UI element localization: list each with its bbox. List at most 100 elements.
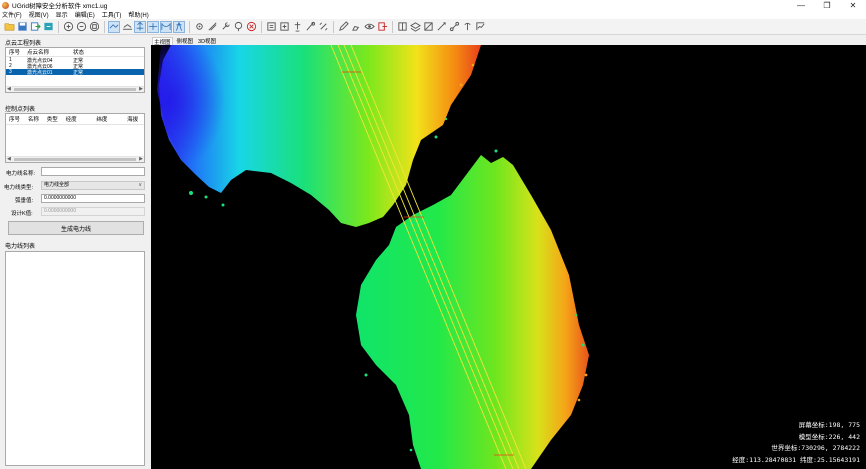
- toolbar-separator: [189, 20, 190, 33]
- column-header[interactable]: 名称: [25, 115, 44, 123]
- close-button[interactable]: ✕: [840, 0, 866, 10]
- menu-display[interactable]: 显示: [56, 10, 68, 19]
- horizontal-scrollbar[interactable]: ◀ ▶: [6, 86, 144, 92]
- toolbar-separator: [392, 20, 393, 33]
- powerline-name-input[interactable]: [41, 167, 145, 176]
- toolbar-separator: [104, 20, 105, 33]
- toolbar: [0, 19, 866, 35]
- column-header[interactable]: 序号: [6, 48, 24, 56]
- scroll-left-icon[interactable]: ◀: [7, 156, 11, 162]
- scroll-left-icon[interactable]: ◀: [7, 86, 11, 92]
- zoom-fit-icon[interactable]: [88, 21, 100, 33]
- link-icon[interactable]: [317, 21, 329, 33]
- screen-coordinate: 屏幕坐标:198, 775: [798, 421, 860, 429]
- column-header[interactable]: 类型: [44, 115, 63, 123]
- chevron-down-icon: ∨: [138, 182, 142, 188]
- chart-icon[interactable]: [461, 21, 473, 33]
- line-icon[interactable]: [304, 21, 316, 33]
- tab-side-view[interactable]: 侧视图: [176, 37, 195, 45]
- design-k-input[interactable]: 0.0000000000: [41, 207, 145, 216]
- zoom-in-icon[interactable]: [62, 21, 74, 33]
- table-header: 序号 名称 类型 经度 纬度 海拔: [6, 114, 144, 125]
- point-project-table: 序号 点云名称 状态 1 激光点云04 正常 2 激光点云06 正常 3 激光点…: [5, 47, 145, 93]
- scrollbar-thumb[interactable]: [14, 88, 136, 91]
- edit-icon[interactable]: [350, 21, 362, 33]
- column-header[interactable]: 序号: [6, 115, 25, 123]
- profile-chart-icon[interactable]: [474, 21, 486, 33]
- pen-icon[interactable]: [337, 21, 349, 33]
- marker-icon[interactable]: [291, 21, 303, 33]
- span-icon[interactable]: [160, 20, 172, 33]
- powerline-list[interactable]: [5, 251, 145, 466]
- scrollbar-thumb[interactable]: [14, 158, 136, 161]
- generate-powerline-button[interactable]: 生成电力线: [8, 221, 144, 235]
- design-k-label: 设计K值:: [11, 211, 33, 217]
- toolbar-separator: [58, 20, 59, 33]
- column-header[interactable]: 点云名称: [24, 48, 70, 56]
- model-coordinate: 模型坐标:226, 442: [798, 432, 860, 441]
- delete-icon[interactable]: [245, 21, 257, 33]
- point-cloud-viewport[interactable]: 屏幕坐标:198, 775 模型坐标:226, 442 世界坐标:730296,…: [151, 45, 866, 469]
- lonlat-coordinate: 经度:113.28470831 纬度:25.15643191: [732, 455, 860, 464]
- cell-status: 正常: [73, 69, 84, 76]
- coordinate-readout: 屏幕坐标:198, 775 模型坐标:226, 442 世界坐标:730296,…: [732, 420, 860, 466]
- column-header[interactable]: 经度: [63, 115, 94, 123]
- measure-icon[interactable]: [206, 21, 218, 33]
- toolbar-separator: [261, 20, 262, 33]
- toolbar-separator: [333, 20, 334, 33]
- menu-edit[interactable]: 编辑(E): [75, 10, 95, 19]
- export-icon[interactable]: [29, 21, 41, 33]
- exit-icon[interactable]: [376, 21, 388, 33]
- control-points-title: 控制点列表: [5, 107, 36, 113]
- menu-bar: 文件(F) 视图(V) 显示 编辑(E) 工具(T) 帮助(H): [0, 10, 866, 19]
- menu-tools[interactable]: 工具(T): [102, 10, 122, 19]
- sag-input[interactable]: 0.0000000000: [41, 194, 145, 203]
- cell-no: 3: [9, 69, 12, 75]
- powerline-type-label: 电力线类型:: [4, 185, 34, 191]
- powerline-name-label: 电力线名称:: [6, 171, 36, 177]
- point-cloud-render: [157, 45, 589, 469]
- save-icon[interactable]: [16, 21, 28, 33]
- section-icon[interactable]: [147, 20, 159, 33]
- folder-open-icon[interactable]: [3, 21, 15, 33]
- control-points-table: 序号 名称 类型 经度 纬度 海拔 ◀ ▶: [5, 113, 145, 163]
- menu-help[interactable]: 帮助(H): [128, 10, 148, 19]
- menu-file[interactable]: 文件(F): [2, 10, 22, 19]
- tower-icon[interactable]: [173, 20, 185, 33]
- wrench-icon[interactable]: [219, 21, 231, 33]
- point-project-title: 点云工程列表: [5, 41, 42, 47]
- add-icon[interactable]: [278, 21, 290, 33]
- app-logo-icon: [2, 1, 9, 9]
- column-header[interactable]: 海拔: [124, 115, 144, 123]
- powerline-type-select[interactable]: 电力线全部 ∨: [41, 181, 145, 190]
- maximize-button[interactable]: ❐: [814, 0, 840, 10]
- ruler-icon[interactable]: [422, 21, 434, 33]
- layers-icon[interactable]: [409, 21, 421, 33]
- cell-name: 激光点云01: [27, 69, 53, 76]
- world-coordinate: 世界坐标:730296, 2784222: [771, 444, 860, 452]
- minimize-button[interactable]: —: [788, 0, 814, 10]
- powerline-list-title: 电力线列表: [5, 244, 36, 250]
- import-icon[interactable]: [42, 21, 54, 33]
- column-header[interactable]: 纬度: [93, 115, 124, 123]
- sag-label: 弧垂值:: [15, 198, 34, 204]
- scroll-right-icon[interactable]: ▶: [139, 156, 143, 162]
- rotate-icon[interactable]: [121, 21, 133, 33]
- eye-icon[interactable]: [363, 21, 375, 33]
- scroll-right-icon[interactable]: ▶: [139, 86, 143, 92]
- column-header[interactable]: 状态: [70, 48, 110, 56]
- pan-icon[interactable]: [108, 20, 120, 33]
- menu-view[interactable]: 视图(V): [29, 10, 49, 19]
- table-row-selected[interactable]: 3 激光点云01 正常: [6, 69, 144, 76]
- tab-3d-view[interactable]: 3D视图: [197, 37, 217, 45]
- horizontal-scrollbar[interactable]: ◀ ▶: [6, 156, 144, 162]
- angle-icon[interactable]: [448, 21, 460, 33]
- layer-icon[interactable]: [265, 21, 277, 33]
- title-bar: UGrid树障安全分析软件 xmc1.ug — ❐ ✕: [0, 0, 866, 10]
- profile-icon[interactable]: [134, 20, 146, 33]
- tree-icon[interactable]: [232, 21, 244, 33]
- settings-icon[interactable]: [193, 21, 205, 33]
- zoom-out-icon[interactable]: [75, 21, 87, 33]
- distance-icon[interactable]: [435, 21, 447, 33]
- clip-icon[interactable]: [396, 21, 408, 33]
